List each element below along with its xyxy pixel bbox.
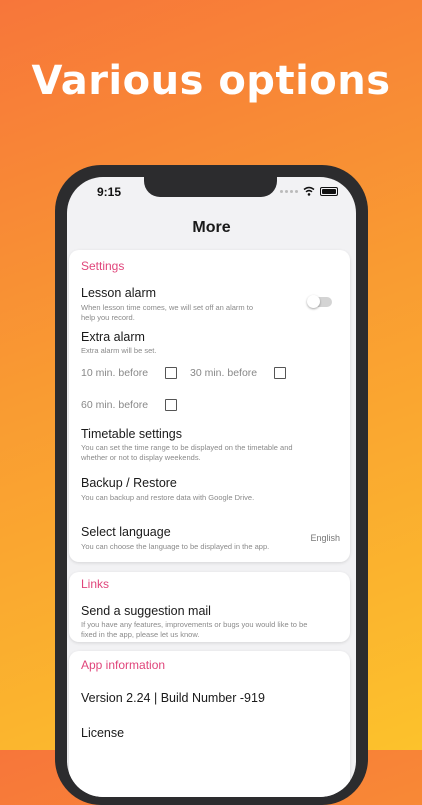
- extra-alarm-30-checkbox[interactable]: [274, 367, 286, 379]
- select-language-title: Select language: [81, 525, 171, 539]
- page-title: More: [192, 219, 231, 236]
- extra-alarm-60-checkbox[interactable]: [165, 399, 177, 411]
- settings-section-title: Settings: [81, 259, 125, 273]
- backup-restore-desc: You can backup and restore data with Goo…: [81, 493, 255, 502]
- lesson-alarm-title: Lesson alarm: [81, 286, 157, 300]
- extra-alarm-10-checkbox[interactable]: [165, 367, 177, 379]
- phone-notch: [144, 177, 277, 197]
- extra-alarm-desc: Extra alarm will be set.: [81, 346, 157, 355]
- select-language-desc: You can choose the language to be displa…: [81, 542, 270, 551]
- settings-card: Settings Lesson alarm When lesson time c…: [69, 250, 350, 562]
- lesson-alarm-toggle[interactable]: [307, 295, 332, 308]
- extra-alarm-title: Extra alarm: [81, 330, 145, 344]
- language-value: English: [310, 533, 340, 543]
- links-section-title: Links: [81, 577, 110, 591]
- app-info-section-title: App information: [81, 658, 166, 672]
- signal-icon: [280, 189, 298, 193]
- backup-restore-title: Backup / Restore: [81, 476, 177, 490]
- extra-alarm-10-label: 10 min. before: [81, 367, 149, 379]
- version-text: Version 2.24 | Build Number -919: [81, 691, 265, 705]
- timetable-settings-title: Timetable settings: [81, 427, 182, 441]
- extra-alarm-30-label: 30 min. before: [190, 367, 258, 379]
- wifi-icon: [303, 186, 315, 196]
- timetable-settings-desc-line2: whether or not to display weekends.: [81, 453, 201, 462]
- lesson-alarm-desc-line1: When lesson time comes, we will set off …: [81, 303, 254, 312]
- app-info-card: App information Version 2.24 | Build Num…: [69, 651, 350, 797]
- suggestion-mail-desc-line1: If you have any features, improvements o…: [81, 620, 308, 629]
- status-icons: [280, 186, 338, 196]
- suggestion-mail-title: Send a suggestion mail: [81, 604, 211, 618]
- links-card: Links Send a suggestion mail If you have…: [69, 572, 350, 642]
- status-time: 9:15: [97, 185, 122, 199]
- extra-alarm-60-label: 60 min. before: [81, 399, 149, 411]
- promo-headline: Various options: [31, 58, 391, 104]
- phone-screen: 9:15 More Settings Lesson alarm When les…: [67, 177, 356, 797]
- timetable-settings-desc-line1: You can set the time range to be display…: [81, 443, 293, 452]
- battery-icon: [320, 186, 338, 196]
- suggestion-mail-desc-line2: fixed in the app, please let us know.: [81, 630, 200, 639]
- lesson-alarm-desc-line2: help you record.: [81, 313, 135, 322]
- license-item[interactable]: License: [81, 726, 124, 740]
